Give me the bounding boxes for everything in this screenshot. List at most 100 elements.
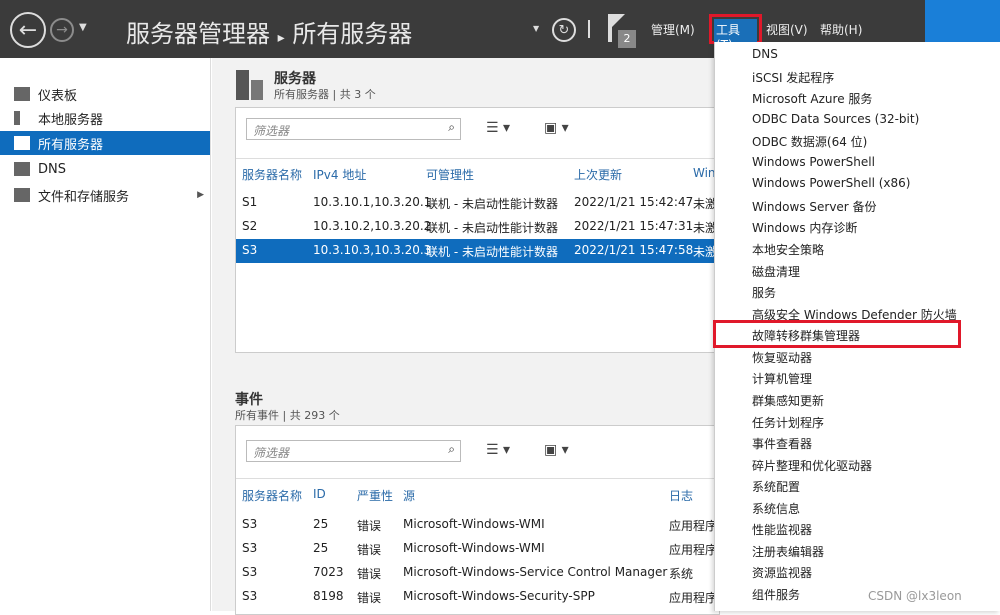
servers-panel: 筛选器 ⌕ ☰ ▾ ▣ ▾ 服务器名称 IPv4 地址 可管理性 上次更新 Win…	[235, 107, 720, 353]
column-header-manageability[interactable]: 可管理性	[426, 166, 474, 183]
table-cell: 错误	[357, 519, 382, 533]
divider	[588, 20, 590, 38]
menu-item[interactable]: Windows 内存诊断	[752, 219, 857, 236]
table-cell: S3	[242, 589, 258, 603]
table-row[interactable]: S3 10.3.10.3,10.3.20.3 联机 - 未启动性能计数器 2022/1…	[236, 239, 719, 263]
column-header-source[interactable]: 源	[403, 487, 415, 504]
menu-item[interactable]: 计算机管理	[752, 370, 812, 387]
column-header-last-update[interactable]: 上次更新	[574, 166, 622, 183]
events-filter-input[interactable]: 筛选器 ⌕	[246, 440, 461, 462]
menu-item[interactable]: 性能监视器	[752, 521, 812, 538]
table-cell: 错误	[357, 591, 382, 605]
search-icon[interactable]: ⌕	[448, 442, 455, 457]
menu-item[interactable]: Windows PowerShell	[752, 155, 875, 169]
menu-item[interactable]: 群集感知更新	[752, 392, 824, 409]
table-cell: S2	[242, 219, 258, 233]
search-icon[interactable]: ⌕	[448, 120, 455, 135]
menu-item[interactable]: 任务计划程序	[752, 414, 824, 431]
breadcrumb: 服务器管理器 ▸ 所有服务器	[126, 14, 412, 49]
dropdown-icon[interactable]: ▼	[533, 24, 539, 33]
column-header-id[interactable]: ID	[313, 487, 326, 501]
table-cell: 联机 - 未启动性能计数器	[426, 221, 558, 235]
table-row[interactable]: S3 25 错误 Microsoft-Windows-WMI 应用程序	[236, 513, 719, 537]
table-cell: 2022/1/21 15:47:31	[574, 219, 694, 233]
sidebar-item-local-server[interactable]: 本地服务器	[0, 106, 210, 130]
highlight-box	[713, 320, 961, 348]
table-row[interactable]: S3 25 错误 Microsoft-Windows-WMI 应用程序	[236, 537, 719, 561]
table-cell: Microsoft-Windows-WMI	[403, 541, 545, 555]
menu-item[interactable]: 事件查看器	[752, 435, 812, 452]
menu-item[interactable]: 组件服务	[752, 586, 800, 603]
table-row[interactable]: S3 8198 错误 Microsoft-Windows-Security-SPP 应用…	[236, 585, 719, 609]
table-cell: 10.3.10.2,10.3.20.2	[313, 219, 432, 233]
chevron-right-icon: ▶	[197, 190, 204, 200]
history-dropdown-icon[interactable]: ▼	[79, 22, 87, 33]
table-cell: S3	[242, 541, 258, 555]
menu-item[interactable]: 服务	[752, 284, 776, 301]
menu-manage[interactable]: 管理(M)	[651, 21, 695, 38]
sidebar: 仪表板 本地服务器 所有服务器 DNS 文件和存储服务 ▶	[0, 58, 211, 611]
column-header-windows[interactable]: Win	[693, 166, 716, 180]
column-header-server-name[interactable]: 服务器名称	[242, 487, 302, 504]
table-cell: 25	[313, 541, 329, 555]
menu-item[interactable]: 磁盘清理	[752, 263, 800, 280]
menu-view[interactable]: 视图(V)	[766, 21, 808, 38]
table-cell: 应用程序	[669, 543, 718, 557]
column-header-ipv4[interactable]: IPv4 地址	[313, 166, 366, 183]
storage-icon	[14, 188, 30, 202]
menu-item[interactable]: DNS	[752, 47, 778, 61]
sidebar-item-file-storage[interactable]: 文件和存储服务 ▶	[0, 183, 210, 207]
menu-item[interactable]: ODBC Data Sources (32-bit)	[752, 112, 919, 126]
table-cell: 25	[313, 517, 329, 531]
servers-section-icon	[236, 70, 249, 100]
refresh-button[interactable]: ↻	[552, 18, 576, 42]
table-cell: S3	[242, 243, 258, 257]
table-cell: 10.3.10.1,10.3.20.1	[313, 195, 432, 209]
menu-item[interactable]: 资源监视器	[752, 564, 812, 581]
breadcrumb-separator: ▸	[277, 30, 285, 46]
servers-filter-input[interactable]: 筛选器 ⌕	[246, 118, 461, 140]
table-cell: S1	[242, 195, 258, 209]
table-row[interactable]: S1 10.3.10.1,10.3.20.1 联机 - 未启动性能计数器 2022/1…	[236, 191, 719, 215]
watermark: CSDN @lx3leon	[868, 589, 962, 603]
sidebar-item-all-servers[interactable]: 所有服务器	[0, 131, 210, 155]
menu-item[interactable]: 碎片整理和优化驱动器	[752, 457, 872, 474]
menu-item[interactable]: Windows Server 备份	[752, 198, 877, 215]
menu-item[interactable]: iSCSI 发起程序	[752, 69, 834, 86]
events-panel: 筛选器 ⌕ ☰ ▾ ▣ ▾ 服务器名称 ID 严重性 源 日志 S3 25 错误 Mic…	[235, 425, 720, 615]
column-header-severity[interactable]: 严重性	[357, 487, 393, 504]
sidebar-item-label: 仪表板	[38, 88, 78, 104]
list-options-icon[interactable]: ☰ ▾	[486, 120, 510, 136]
table-cell: Microsoft-Windows-Security-SPP	[403, 589, 595, 603]
table-row[interactable]: S3 7023 错误 Microsoft-Windows-Service Contro…	[236, 561, 719, 585]
table-cell: 7023	[313, 565, 344, 579]
menu-help[interactable]: 帮助(H)	[820, 21, 862, 38]
table-cell: Microsoft-Windows-Service Control Manage…	[403, 565, 668, 579]
table-cell: 错误	[357, 567, 382, 581]
servers-section-subtitle: 所有服务器 | 共 3 个	[274, 88, 376, 101]
menu-item[interactable]: 系统配置	[752, 478, 800, 495]
menu-item[interactable]: 本地安全策略	[752, 241, 824, 258]
menu-tools[interactable]: 工具(T)	[709, 14, 762, 54]
table-cell: S3	[242, 517, 258, 531]
sidebar-item-label: 所有服务器	[38, 137, 104, 153]
column-header-server-name[interactable]: 服务器名称	[242, 166, 302, 183]
menu-item[interactable]: Windows PowerShell (x86)	[752, 176, 910, 190]
table-cell: Microsoft-Windows-WMI	[403, 517, 545, 531]
menu-item[interactable]: Microsoft Azure 服务	[752, 90, 872, 107]
table-cell: 错误	[357, 543, 382, 557]
sidebar-item-dashboard[interactable]: 仪表板	[0, 82, 210, 106]
column-header-log[interactable]: 日志	[669, 487, 693, 504]
table-row[interactable]: S2 10.3.10.2,10.3.20.2 联机 - 未启动性能计数器 2022/1…	[236, 215, 719, 239]
save-query-icon[interactable]: ▣ ▾	[544, 442, 569, 458]
save-query-icon[interactable]: ▣ ▾	[544, 120, 569, 136]
servers-icon	[14, 136, 30, 150]
menu-item[interactable]: ODBC 数据源(64 位)	[752, 133, 867, 150]
back-button[interactable]: ←	[10, 12, 46, 48]
sidebar-item-dns[interactable]: DNS	[0, 157, 210, 181]
list-options-icon[interactable]: ☰ ▾	[486, 442, 510, 458]
forward-button[interactable]: →	[50, 18, 74, 42]
menu-item[interactable]: 注册表编辑器	[752, 543, 824, 560]
menu-item[interactable]: 恢复驱动器	[752, 349, 812, 366]
menu-item[interactable]: 系统信息	[752, 500, 800, 517]
